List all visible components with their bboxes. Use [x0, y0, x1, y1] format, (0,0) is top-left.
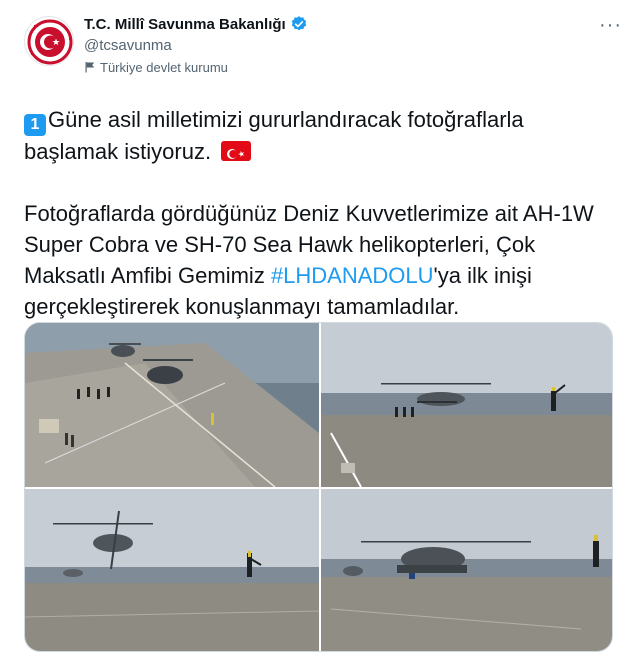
- keycap-one-icon: 1: [24, 114, 46, 136]
- media-grid: [24, 322, 613, 652]
- display-name[interactable]: T.C. Millî Savunma Bakanlığı: [84, 16, 286, 33]
- account-handle[interactable]: @tcsavunma: [84, 36, 308, 56]
- tweet-paragraph-1: 1 Güne asil milletimizi gururlandıracak f…: [24, 104, 616, 167]
- seal-avatar-icon: [27, 19, 73, 65]
- hashtag-link[interactable]: #LHDANADOLU: [271, 263, 434, 288]
- tweet-header: T.C. Millî Savunma Bakanlığı @tcsavunma …: [24, 14, 622, 86]
- government-label-text: Türkiye devlet kurumu: [100, 59, 228, 75]
- photo-1[interactable]: [25, 323, 319, 487]
- tweet-text: 1 Güne asil milletimizi gururlandıracak f…: [24, 104, 616, 322]
- government-label[interactable]: Türkiye devlet kurumu: [84, 58, 308, 76]
- photo-4[interactable]: [321, 489, 612, 651]
- tweet-line-1: Güne asil milletimizi gururlandıracak fo…: [24, 107, 524, 164]
- photo-3[interactable]: [25, 489, 319, 651]
- photo-2[interactable]: [321, 323, 612, 487]
- account-avatar[interactable]: [24, 16, 74, 66]
- turkey-flag-icon: [221, 141, 252, 161]
- tweet-paragraph-2: Fotoğraflarda gördüğünüz Deniz Kuvvetler…: [24, 198, 616, 322]
- more-icon[interactable]: ···: [599, 15, 622, 35]
- flag-icon: [85, 62, 95, 73]
- verified-badge-icon: [291, 16, 306, 31]
